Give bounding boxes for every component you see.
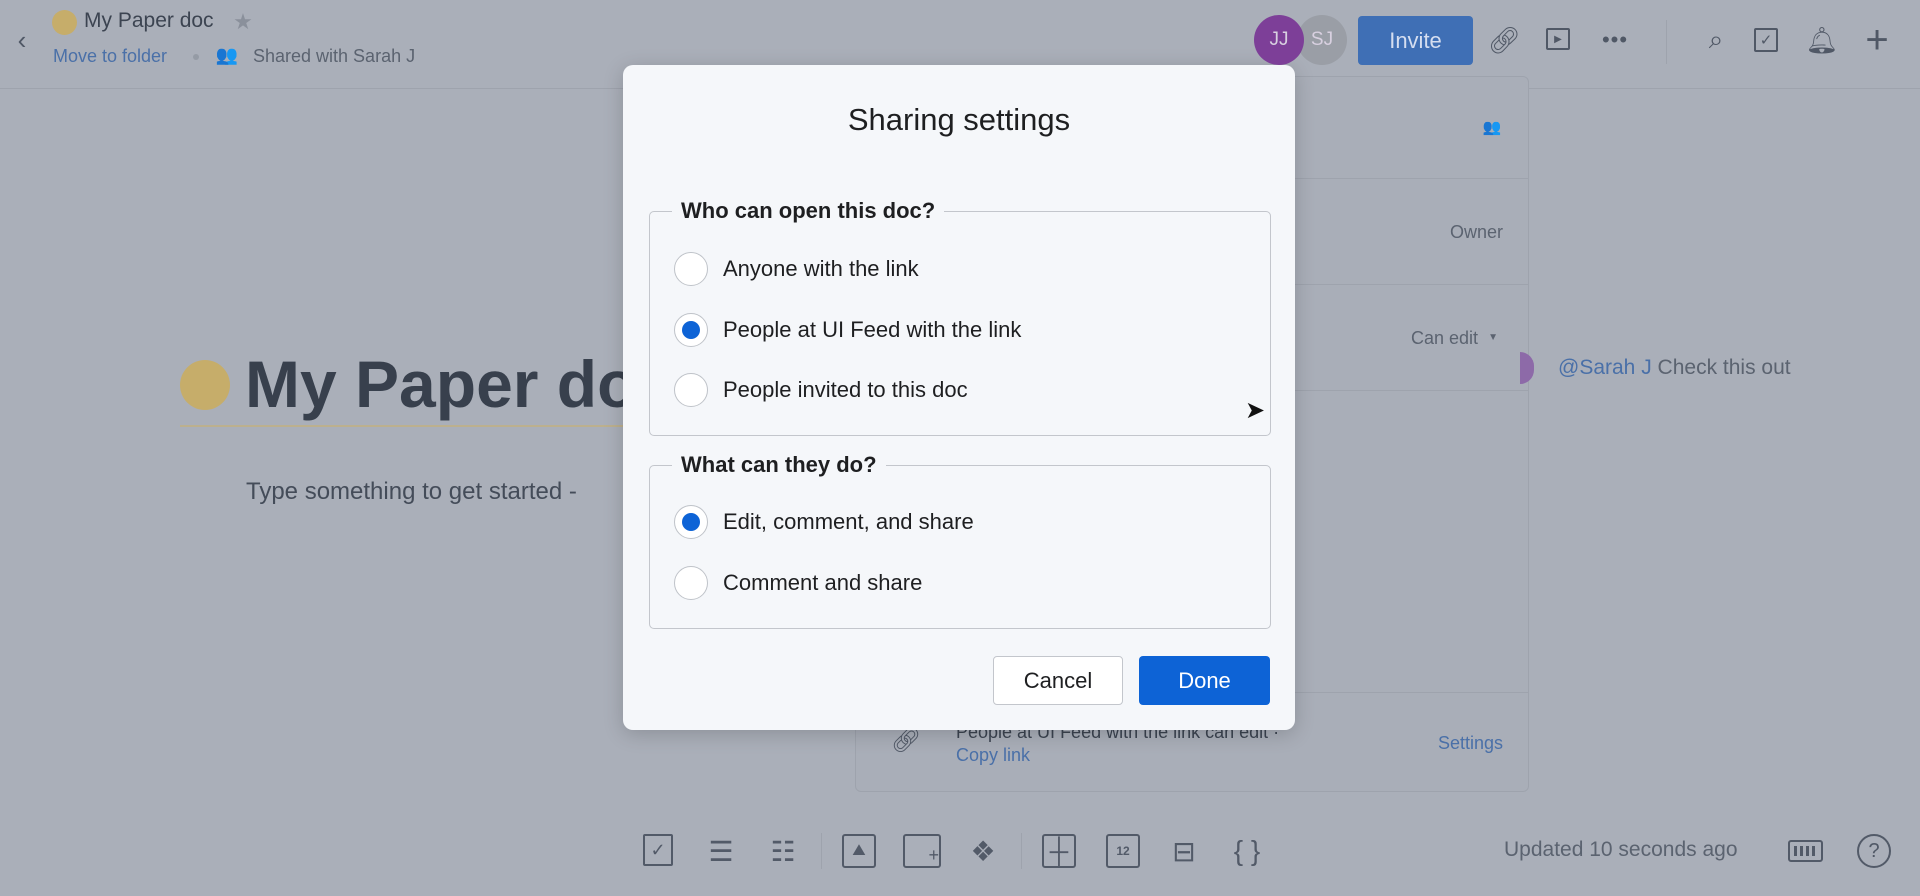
dialog-title: Sharing settings	[847, 102, 1071, 137]
radio-people-invited[interactable]	[674, 373, 708, 407]
updated-status: Updated 10 seconds ago	[1504, 838, 1738, 861]
comment-text: Check this out	[1657, 356, 1791, 379]
invite-button[interactable]: Invite	[1358, 16, 1473, 65]
dropbox-icon[interactable]: ❖	[966, 834, 1000, 868]
comment-avatar	[1520, 352, 1534, 384]
doc-title[interactable]: My Paper doc	[84, 9, 214, 33]
avatar-sj[interactable]: SJ	[1297, 15, 1347, 65]
star-icon[interactable]: ★	[230, 9, 256, 35]
mouse-cursor-icon: ➤	[1245, 397, 1266, 424]
help-icon[interactable]: ?	[1857, 834, 1891, 868]
label-anyone-with-link[interactable]: Anyone with the link	[723, 256, 919, 282]
divider-line-icon[interactable]: ⊟	[1167, 834, 1201, 868]
divider	[821, 833, 822, 869]
checklist-icon[interactable]: ✓	[643, 834, 673, 866]
cancel-button[interactable]: Cancel	[993, 656, 1123, 705]
doc-heading[interactable]: My Paper doc	[245, 346, 674, 422]
permission-dropdown[interactable]: Can edit	[1411, 328, 1478, 349]
what-can-they-do-group: What can they do?	[649, 452, 1271, 629]
radio-people-at-ui-feed[interactable]	[674, 313, 708, 347]
label-people-at-ui-feed[interactable]: People at UI Feed with the link	[723, 317, 1021, 343]
keyboard-icon[interactable]	[1788, 840, 1823, 862]
radio-edit-comment-share[interactable]	[674, 505, 708, 539]
present-icon[interactable]: ▶	[1546, 28, 1570, 50]
bell-icon[interactable]: 🔔︎	[1806, 24, 1839, 56]
label-edit-comment-share[interactable]: Edit, comment, and share	[723, 509, 974, 535]
numbered-list-icon[interactable]: ☷	[766, 834, 800, 868]
more-icon[interactable]: •••	[1598, 26, 1632, 54]
doc-body-placeholder[interactable]: Type something to get started -	[246, 478, 577, 506]
separator-dot	[193, 54, 199, 60]
table-icon[interactable]: ┼	[1042, 834, 1076, 868]
owner-label: Owner	[1449, 222, 1503, 242]
move-to-folder-link[interactable]: Move to folder	[53, 46, 167, 67]
title-underline	[180, 425, 640, 427]
avatar-jj[interactable]: JJ	[1254, 15, 1304, 65]
doc-emoji-icon[interactable]	[180, 360, 230, 410]
radio-comment-and-share[interactable]	[674, 566, 708, 600]
embed-icon[interactable]: +	[903, 834, 941, 868]
caret-down-icon[interactable]: ▼	[1488, 332, 1498, 343]
image-icon[interactable]: ⛰	[842, 834, 876, 868]
done-button[interactable]: Done	[1139, 656, 1270, 705]
what-can-they-do-legend: What can they do?	[681, 452, 877, 477]
people-icon: 👥	[1482, 119, 1502, 136]
copy-link[interactable]: Copy link	[956, 745, 1030, 765]
checkbox-icon[interactable]: ✓	[1754, 28, 1778, 52]
link-icon[interactable]: 🔗︎	[1488, 24, 1521, 56]
label-comment-and-share[interactable]: Comment and share	[723, 570, 922, 596]
search-icon[interactable]: ⌕	[1700, 24, 1732, 56]
settings-link[interactable]: Settings	[1438, 733, 1503, 754]
code-block-icon[interactable]: { }	[1230, 834, 1264, 868]
calendar-icon[interactable]: 12	[1106, 834, 1140, 868]
comment-mention[interactable]: @Sarah J	[1558, 356, 1652, 379]
shared-with-text[interactable]: Shared with Sarah J	[253, 46, 415, 67]
people-icon: 👥	[215, 44, 239, 65]
label-people-invited[interactable]: People invited to this doc	[723, 377, 968, 403]
back-chevron-icon[interactable]: ‹	[10, 25, 34, 55]
plus-icon[interactable]: +	[1861, 18, 1893, 62]
divider	[1021, 833, 1022, 869]
bulleted-list-icon[interactable]: ☰	[704, 834, 738, 868]
radio-anyone-with-link[interactable]	[674, 252, 708, 286]
divider	[1666, 20, 1667, 64]
who-can-open-legend: Who can open this doc?	[681, 198, 936, 223]
smiley-emoji-icon[interactable]	[52, 10, 77, 35]
